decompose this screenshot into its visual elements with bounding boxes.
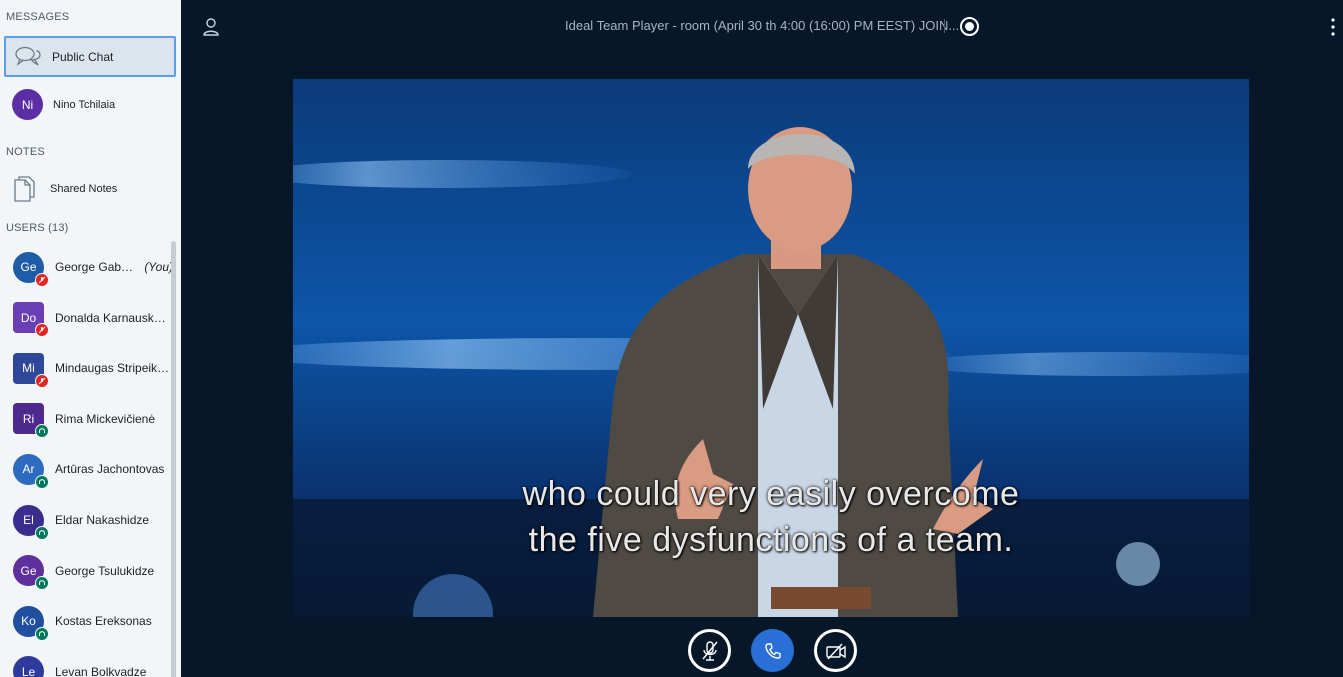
avatar: Mi <box>13 352 49 388</box>
user-name: Levan Bolkvadze <box>55 664 147 677</box>
external-video-player[interactable]: who could very easily overcome the five … <box>293 79 1249 617</box>
user-name: Rima Mickevičienė <box>55 411 156 426</box>
avatar: Ni <box>12 89 43 120</box>
user-list-item[interactable]: Ar Artūras Jachontovas <box>13 452 173 489</box>
share-webcam-button[interactable] <box>814 629 857 672</box>
notes-section-title: NOTES <box>6 146 45 158</box>
mic-muted-icon <box>701 640 718 661</box>
record-dot-icon <box>965 22 974 31</box>
muted-mic-status-icon <box>35 323 49 338</box>
muted-mic-status-icon <box>35 272 49 287</box>
avatar: Ge <box>13 555 49 591</box>
unmute-audio-button[interactable] <box>688 629 731 672</box>
user-list-item[interactable]: El Eldar Nakashidze <box>13 503 173 540</box>
notes-document-icon <box>14 176 35 202</box>
listen-only-status-icon <box>35 474 49 489</box>
listen-only-status-icon <box>35 626 49 641</box>
avatar: Ar <box>13 453 49 489</box>
avatar: El <box>13 504 49 540</box>
you-indicator: (You) <box>144 260 173 274</box>
user-name: Eldar Nakashidze <box>55 513 150 527</box>
user-list-item[interactable]: Mi Mindaugas Stripeik… <box>13 351 173 388</box>
subtitle-line-1: who could very easily overcome <box>522 475 1020 513</box>
subtitle-line-2: the five dysfunctions of a team. <box>528 521 1014 559</box>
avatar: Ko <box>13 605 49 641</box>
user-list-item[interactable]: Ge George Tsulukidze <box>13 554 173 591</box>
phone-icon <box>764 642 781 659</box>
user-name: George Tsulukidze <box>55 563 155 578</box>
user-list-sidebar: MESSAGES Public Chat Ni Nino Tchilaia NO… <box>0 0 181 677</box>
camera-off-icon <box>825 643 846 659</box>
user-list-item[interactable]: Ko Kostas Ereksonas <box>13 604 173 641</box>
users-section-title: USERS (13) <box>6 222 69 234</box>
user-name: Artūras Jachontovas <box>55 462 165 477</box>
user-list-item[interactable]: Do Donalda Karnausk… <box>13 301 173 338</box>
more-options-icon[interactable] <box>1331 18 1335 36</box>
private-chat-name: Nino Tchilaia <box>53 98 116 111</box>
private-chat-item[interactable]: Ni Nino Tchilaia <box>12 89 115 120</box>
leave-audio-button[interactable] <box>751 629 794 672</box>
listen-only-status-icon <box>35 424 49 439</box>
listen-only-status-icon <box>35 525 49 540</box>
presentation-area: Ideal Team Player - room (April 30 th 4:… <box>181 0 1343 677</box>
user-name: George Gabe… <box>55 260 140 274</box>
user-name: Mindaugas Stripeik… <box>55 361 170 376</box>
shared-notes-label: Shared Notes <box>50 183 118 195</box>
user-name: Donalda Karnausk… <box>55 310 166 325</box>
shared-notes-item[interactable]: Shared Notes <box>12 175 117 203</box>
avatar: Ri <box>13 403 49 439</box>
avatar: Le <box>13 656 44 677</box>
avatar: Do <box>13 302 49 338</box>
user-name: Kostas Ereksonas <box>55 614 152 629</box>
sidebar-scrollbar[interactable] <box>171 241 176 677</box>
user-list-item[interactable]: Ri Rima Mickevičienė <box>13 402 173 439</box>
public-chat-button[interactable]: Public Chat <box>4 36 176 77</box>
meeting-title: Ideal Team Player - room (April 30 th 4:… <box>565 18 960 33</box>
user-list-item[interactable]: Ge George Gabe… (You) <box>13 250 173 287</box>
user-list-toggle-icon[interactable] <box>201 17 221 37</box>
record-button[interactable] <box>960 17 979 36</box>
header-divider <box>944 19 945 33</box>
avatar: Ge <box>13 251 49 287</box>
messages-section-title: MESSAGES <box>6 11 70 23</box>
public-chat-label: Public Chat <box>52 49 114 64</box>
listen-only-status-icon <box>35 576 49 591</box>
muted-mic-status-icon <box>35 373 49 388</box>
chat-bubbles-icon <box>15 46 41 66</box>
user-list-item[interactable]: Le Levan Bolkvadze <box>13 655 173 677</box>
